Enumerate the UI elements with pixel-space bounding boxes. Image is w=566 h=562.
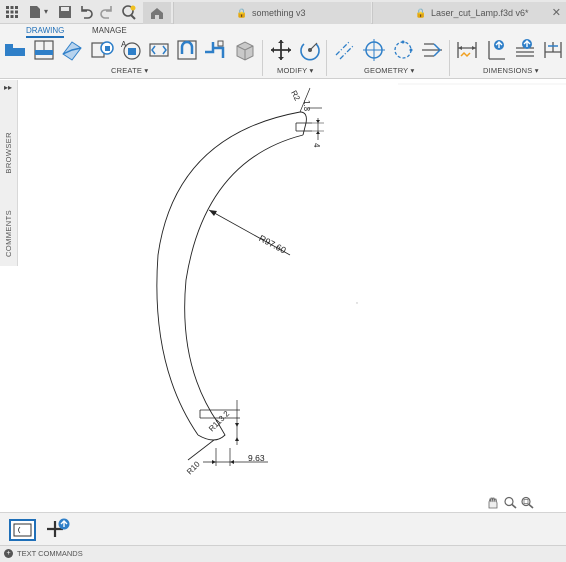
ordinate-dimension-icon[interactable] <box>485 38 509 62</box>
lock-icon: 🔒 <box>236 8 248 18</box>
zoom-window-icon[interactable] <box>520 496 535 509</box>
baseline-dimension-icon[interactable] <box>513 38 537 62</box>
sheet-bar <box>0 512 566 545</box>
group-divider <box>449 40 450 76</box>
tab-manage[interactable]: MANAGE <box>92 26 127 35</box>
tab-label: Laser_cut_Lamp.f3d v6* <box>431 8 529 18</box>
text-commands-label[interactable]: TEXT COMMANDS <box>17 549 83 558</box>
chevron-down-icon[interactable]: ▾ <box>38 4 54 20</box>
tab-something[interactable]: 🔒 something v3 <box>173 2 371 24</box>
group-create[interactable]: CREATE ▾ <box>111 66 148 75</box>
apps-grid-icon[interactable] <box>4 4 20 20</box>
pan-icon[interactable] <box>485 496 500 509</box>
home-icon <box>151 8 163 19</box>
center-mark-pattern-icon[interactable] <box>391 38 415 62</box>
zoom-icon[interactable] <box>503 496 518 509</box>
outer-arc <box>156 111 301 436</box>
detail-view-icon[interactable] <box>91 38 115 62</box>
dim-9-63[interactable]: 9.63 <box>248 453 265 463</box>
home-tab[interactable] <box>143 2 171 24</box>
lock-icon: 🔒 <box>415 8 427 18</box>
job-status-icon[interactable] <box>121 4 137 20</box>
sheet-thumbnail-icon <box>13 523 32 537</box>
edge-extension-icon[interactable] <box>420 38 444 62</box>
save-icon[interactable] <box>57 4 73 20</box>
tab-label: something v3 <box>252 8 306 18</box>
drawing-canvas[interactable]: R2 1.3 4 R97.60 R113.2 R10 9.63 <box>19 80 566 512</box>
centerline-icon[interactable] <box>333 38 357 62</box>
ribbon-toolbar: DRAWING MANAGE A CREATE ▾ MODIFY ▾ GEOME… <box>0 24 566 79</box>
comments-panel-label[interactable]: COMMENTS <box>4 210 13 257</box>
expand-icon[interactable]: + <box>4 549 13 558</box>
sheet-1-thumbnail[interactable] <box>9 519 36 541</box>
side-panel: ▸▸ BROWSER COMMENTS <box>0 80 18 266</box>
move-view-icon[interactable] <box>203 38 227 62</box>
move-arrows-icon[interactable] <box>269 38 293 62</box>
group-modify[interactable]: MODIFY ▾ <box>277 66 313 75</box>
expand-panel-icon[interactable]: ▸▸ <box>4 83 12 92</box>
break-view-icon[interactable]: A <box>119 38 143 62</box>
section-view-icon[interactable] <box>60 38 84 62</box>
sheet-3d-icon[interactable] <box>233 38 257 62</box>
tab-laser-cut-lamp[interactable]: 🔒 Laser_cut_Lamp.f3d v6* ✕ <box>372 2 566 24</box>
rotate-icon[interactable] <box>298 38 322 62</box>
dim-4[interactable]: 4 <box>312 143 321 147</box>
inner-arc <box>184 134 304 424</box>
rotate-view-icon[interactable] <box>175 38 199 62</box>
chain-dimension-icon[interactable] <box>541 38 565 62</box>
new-sheet-icon[interactable] <box>46 517 70 541</box>
browser-panel-label[interactable]: BROWSER <box>4 132 13 174</box>
dim-1-3[interactable]: 1.3 <box>302 100 311 111</box>
dimension-icon[interactable] <box>455 38 479 62</box>
group-geometry[interactable]: GEOMETRY ▾ <box>364 66 415 75</box>
group-dimensions[interactable]: DIMENSIONS ▾ <box>483 66 539 75</box>
status-bar: + TEXT COMMANDS <box>0 545 566 562</box>
base-view-icon[interactable] <box>3 38 27 62</box>
group-divider <box>326 40 327 76</box>
projected-view-icon[interactable] <box>32 38 56 62</box>
group-divider <box>262 40 263 76</box>
close-icon[interactable]: ✕ <box>552 2 561 24</box>
center-mark-icon[interactable] <box>362 38 386 62</box>
redo-icon[interactable] <box>99 4 115 20</box>
svg-text:A: A <box>121 40 127 49</box>
crop-view-icon[interactable] <box>147 38 171 62</box>
title-bar: ▾ 🔒 something v3 🔒 Laser_cut_Lamp.f3d v6… <box>0 0 566 24</box>
tab-drawing[interactable]: DRAWING <box>26 26 65 38</box>
arc-drawing <box>156 83 566 466</box>
undo-icon[interactable] <box>78 4 94 20</box>
